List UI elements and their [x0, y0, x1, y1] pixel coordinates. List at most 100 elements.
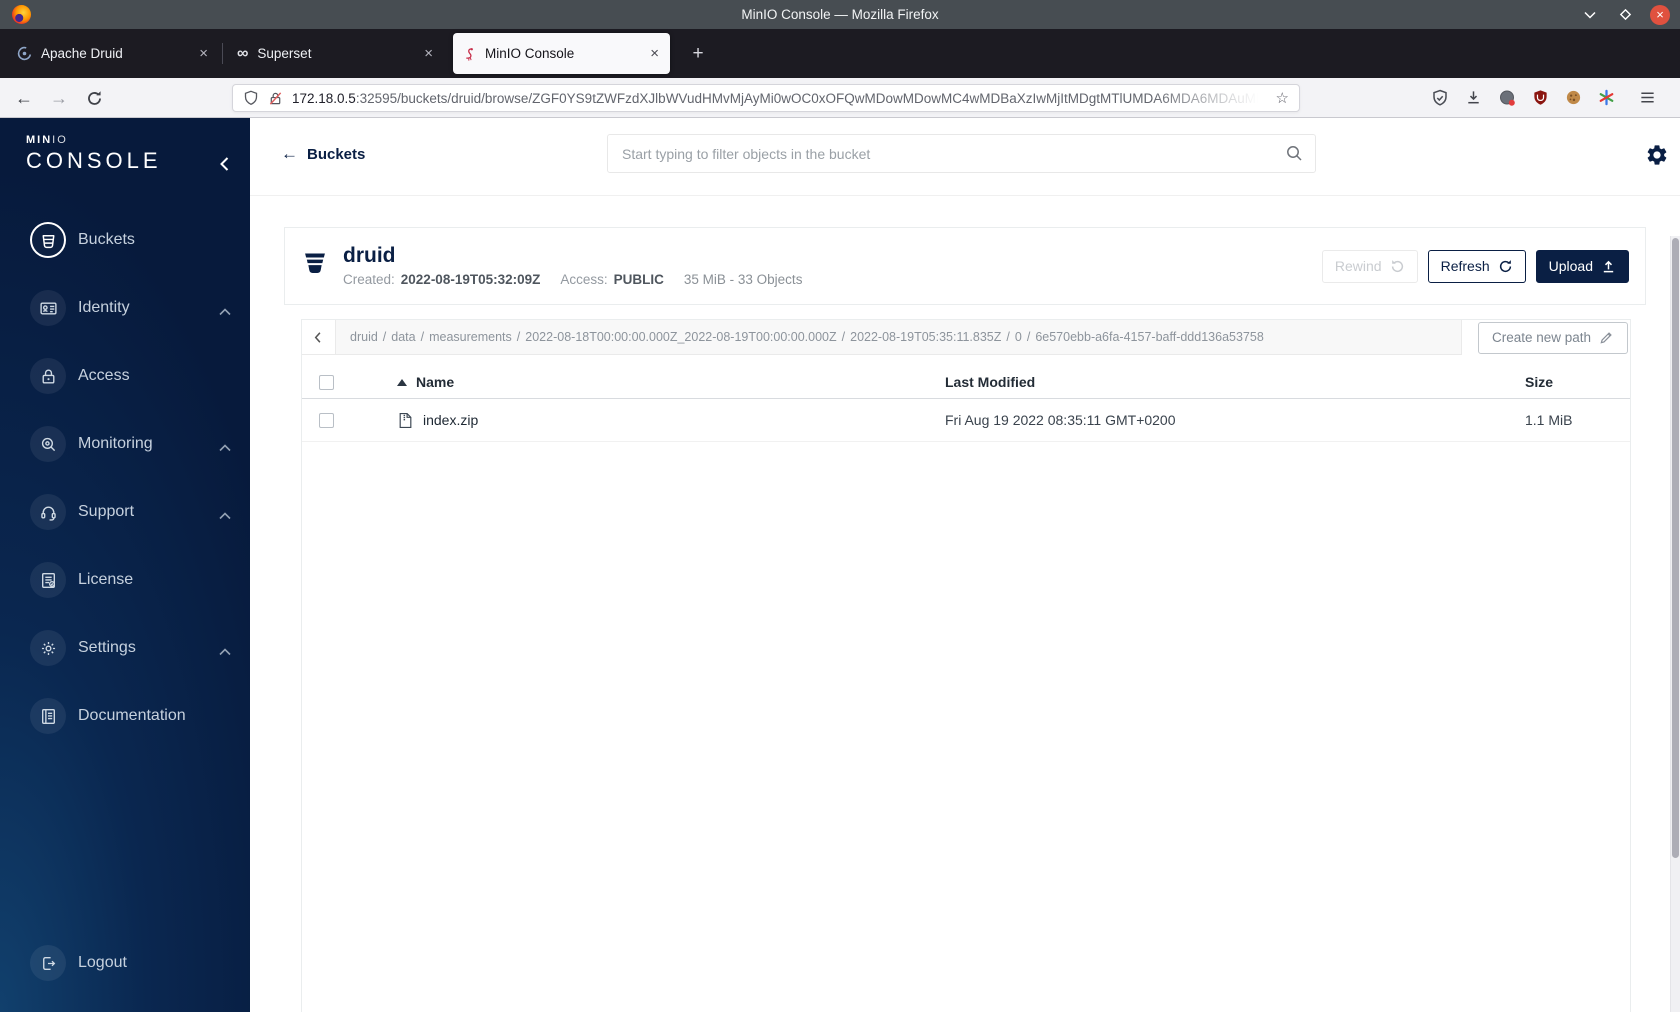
sidebar-item-license[interactable]: License — [0, 546, 250, 614]
firefox-window: MinIO Console — Mozilla Firefox × Apache… — [0, 0, 1680, 1012]
shield-icon[interactable] — [243, 90, 259, 106]
tab-label: Superset — [257, 46, 312, 61]
url-bar[interactable]: 172.18.0.5:32595/buckets/druid/browse/ZG… — [232, 84, 1300, 112]
table-row[interactable]: index.zip Fri Aug 19 2022 08:35:11 GMT+0… — [302, 399, 1630, 442]
logo-min: MIN — [26, 134, 53, 146]
sidebar-item-access[interactable]: Access — [0, 342, 250, 410]
tab-close-icon[interactable]: × — [197, 45, 210, 62]
object-name-cell[interactable]: index.zip — [365, 412, 945, 429]
back-button[interactable]: ← — [9, 83, 39, 113]
reload-icon — [87, 90, 101, 105]
sidebar-item-monitoring[interactable]: Monitoring — [0, 410, 250, 478]
shield-check-extension-icon[interactable] — [1431, 89, 1449, 107]
tab-minio-console[interactable]: MinIO Console × — [453, 33, 670, 74]
gear-icon — [30, 630, 66, 666]
chevron-up-icon[interactable] — [219, 439, 231, 457]
sidebar-item-support[interactable]: Support — [0, 478, 250, 546]
tab-bar: Apache Druid × ∞ Superset × MinIO Consol… — [0, 29, 1680, 78]
tab-superset[interactable]: ∞ Superset × — [228, 33, 444, 74]
pinwheel-extension-icon[interactable] — [1598, 89, 1615, 106]
created-value: 2022-08-19T05:32:09Z — [400, 272, 541, 288]
console-settings-gear-icon[interactable] — [1645, 143, 1669, 172]
insecure-lock-icon[interactable] — [268, 91, 283, 106]
sidebar-item-documentation[interactable]: Documentation — [0, 682, 250, 750]
window-maximize-icon[interactable] — [1615, 5, 1635, 25]
bucket-usage: 35 MiB - 33 Objects — [683, 272, 803, 288]
bookmark-star-icon[interactable]: ☆ — [1276, 89, 1289, 107]
breadcrumb-segment[interactable]: druid — [350, 330, 378, 344]
new-tab-button[interactable]: + — [684, 40, 712, 68]
breadcrumb-segment[interactable]: 2022-08-19T05:35:11.835Z — [850, 330, 1001, 344]
window-minimize-icon[interactable] — [1580, 5, 1600, 25]
filter-objects-input[interactable] — [607, 134, 1316, 173]
reload-button[interactable] — [79, 83, 109, 113]
sidebar-item-logout[interactable]: Logout — [0, 929, 250, 997]
rewind-icon — [1391, 259, 1403, 272]
select-all-checkbox[interactable] — [319, 374, 334, 390]
breadcrumb-segment[interactable]: 0 — [1015, 330, 1022, 344]
breadcrumb-segment[interactable]: 2022-08-18T00:00:00.000Z_2022-08-19T00:0… — [525, 330, 836, 344]
sidebar-item-settings[interactable]: Settings — [0, 614, 250, 682]
license-document-icon — [30, 562, 66, 598]
window-close-button[interactable]: × — [1650, 4, 1670, 25]
tab-apache-druid[interactable]: Apache Druid × — [8, 33, 219, 74]
refresh-label: Refresh — [1440, 258, 1490, 274]
sort-ascending-icon — [397, 378, 407, 386]
chevron-up-icon[interactable] — [219, 643, 231, 661]
tab-label: MinIO Console — [485, 46, 575, 61]
sidebar-collapse-icon[interactable] — [219, 156, 230, 177]
size-column-header[interactable]: Size — [1525, 374, 1630, 390]
bucket-name: druid — [343, 243, 396, 267]
row-checkbox[interactable] — [319, 412, 334, 428]
path-row: druid / data / measurements / 2022-08-18T00:00… — [302, 320, 1630, 355]
breadcrumb-separator: / — [516, 330, 521, 344]
downloads-icon[interactable] — [1465, 89, 1482, 106]
search-icon — [1285, 144, 1303, 167]
tab-close-icon[interactable]: × — [422, 45, 435, 62]
minio-flamingo-favicon-icon — [466, 47, 473, 61]
extension-badge-icon[interactable] — [1498, 89, 1516, 107]
url-text[interactable]: 172.18.0.5:32595/buckets/druid/browse/ZG… — [292, 91, 1268, 106]
breadcrumb-segment[interactable]: measurements — [429, 330, 512, 344]
breadcrumb-segment[interactable]: data — [391, 330, 415, 344]
breadcrumb-segment[interactable]: 6e570ebb-a6fa-4157-baff-ddd136a53758 — [1035, 330, 1263, 344]
upload-button[interactable]: Upload — [1535, 249, 1629, 283]
back-to-buckets-link[interactable]: ← Buckets — [281, 144, 365, 164]
sidebar-item-identity[interactable]: Identity — [0, 274, 250, 342]
sidebar-item-label: Support — [78, 503, 135, 520]
bucket-info: druid Created: 2022-08-19T05:32:09Z Acce… — [343, 243, 803, 288]
ublock-origin-icon[interactable] — [1532, 89, 1549, 106]
tab-label: Apache Druid — [41, 46, 123, 61]
forward-button[interactable]: → — [44, 83, 74, 113]
page-scrollbar[interactable] — [1670, 236, 1680, 1012]
access-label: Access: — [560, 272, 608, 288]
breadcrumb-separator: / — [1026, 330, 1031, 344]
lock-icon — [30, 358, 66, 394]
chevron-up-icon[interactable] — [219, 303, 231, 321]
search-box — [607, 134, 1316, 173]
main-area: ← Buckets druid — [250, 118, 1680, 1012]
path-back-button[interactable] — [302, 320, 336, 355]
sidebar-menu: Buckets Identity Access Monitoring Suppo… — [0, 206, 250, 750]
scrollbar-thumb[interactable] — [1672, 238, 1679, 858]
druid-favicon-icon — [17, 46, 32, 61]
upload-icon — [1603, 260, 1614, 272]
browser-toolbar: ← → 172.18.0.5:32595/buckets/druid/brows… — [0, 78, 1680, 118]
rewind-button[interactable]: Rewind — [1321, 249, 1418, 283]
cookie-extension-icon[interactable] — [1565, 89, 1582, 106]
chevron-up-icon[interactable] — [219, 507, 231, 525]
create-new-path-button[interactable]: Create new path — [1478, 321, 1628, 354]
refresh-button[interactable]: Refresh — [1427, 249, 1526, 283]
sidebar-item-buckets[interactable]: Buckets — [0, 206, 250, 274]
breadcrumb-separator: / — [841, 330, 846, 344]
header-checkbox-cell — [319, 374, 365, 390]
last-modified-column-header[interactable]: Last Modified — [945, 374, 1525, 390]
objects-table: Name Last Modified Size index.zip Fri Au… — [302, 366, 1630, 442]
tab-close-icon[interactable]: × — [648, 45, 661, 62]
breadcrumb-separator: / — [382, 330, 387, 344]
access-value: PUBLIC — [613, 272, 664, 288]
minio-logo: MINIO CONSOLE — [26, 134, 162, 174]
name-column-header[interactable]: Name — [365, 374, 945, 390]
breadcrumb-separator: / — [1006, 330, 1010, 344]
menu-hamburger-icon[interactable] — [1639, 89, 1656, 106]
